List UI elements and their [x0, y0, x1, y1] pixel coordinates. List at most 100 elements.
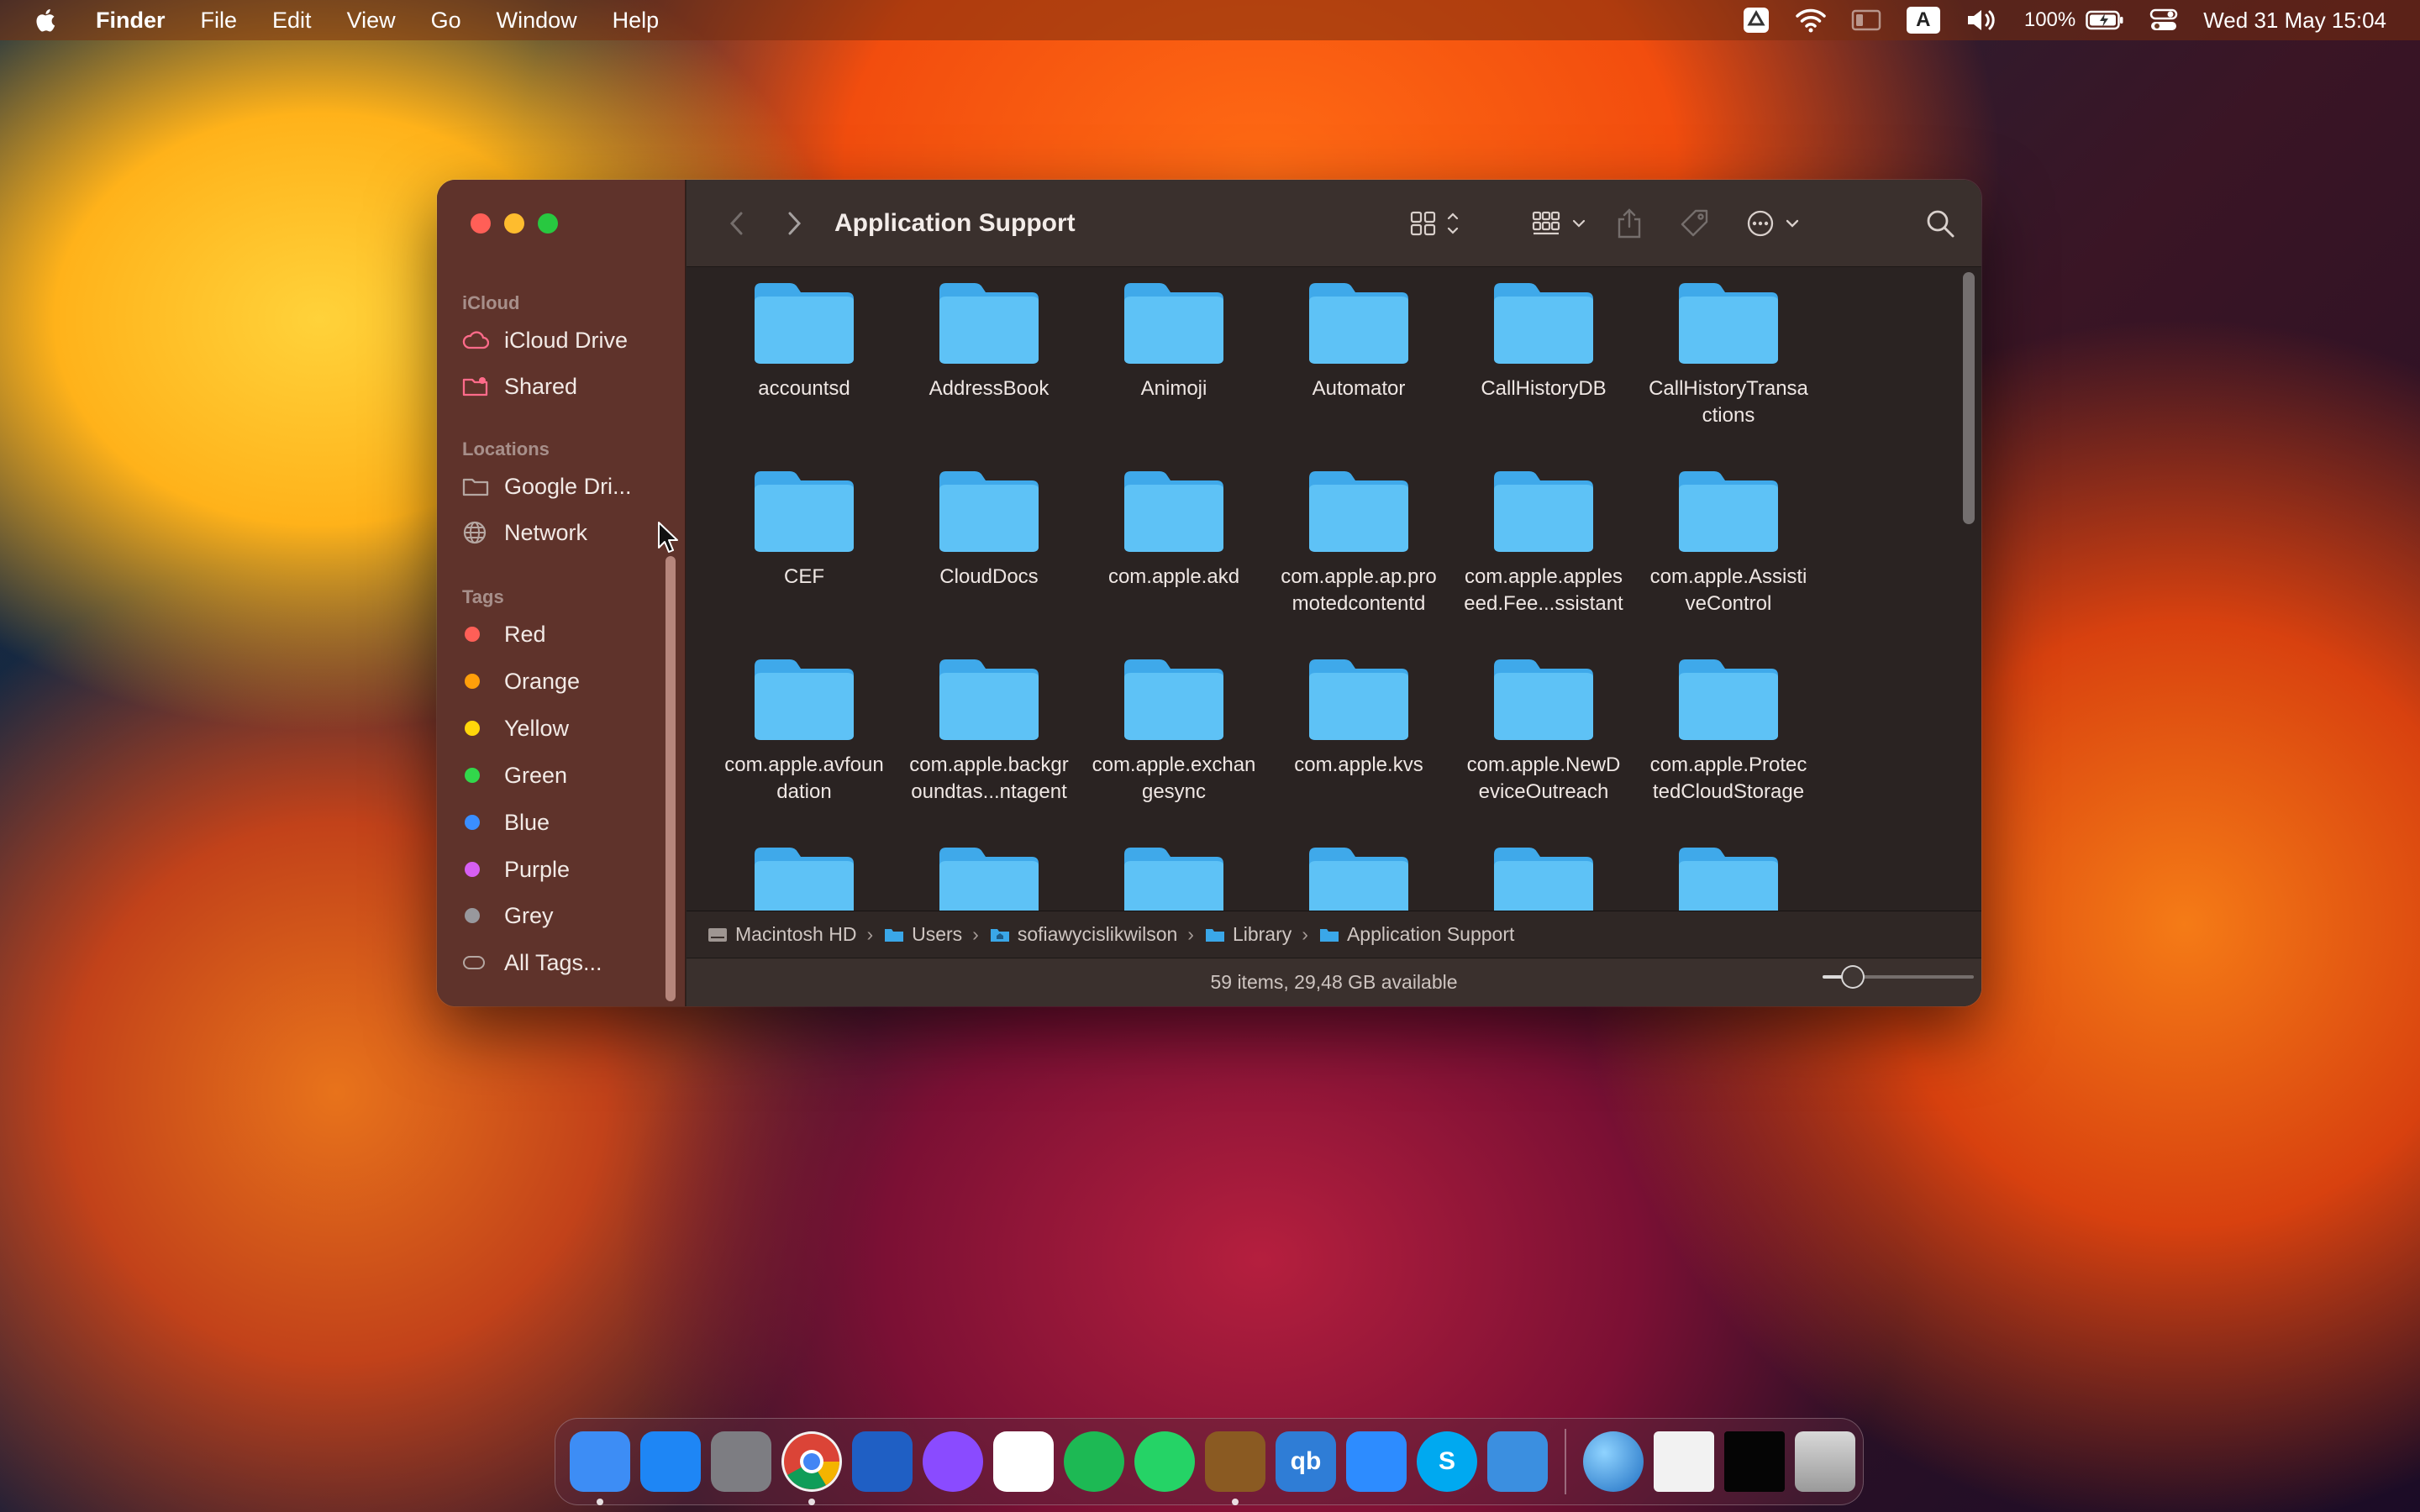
- slider-knob[interactable]: [1841, 965, 1865, 989]
- folder-name-line: com.apple.exchan: [1092, 753, 1256, 776]
- sidebar-item-icloud-drive[interactable]: iCloud Drive: [462, 320, 628, 360]
- folder-item[interactable]: Automator: [1266, 268, 1451, 453]
- tag-button[interactable]: [1676, 180, 1713, 267]
- folder-name-line: com.apple.apples: [1464, 565, 1623, 588]
- apple-menu-icon[interactable]: [34, 8, 55, 33]
- trash-icon[interactable]: [1795, 1431, 1855, 1492]
- sidebar-tag-grey[interactable]: Grey: [462, 895, 554, 936]
- menu-file[interactable]: File: [201, 8, 238, 34]
- icon-size-slider[interactable]: [1823, 953, 1974, 1001]
- sidebar-tag-blue[interactable]: Blue: [462, 802, 550, 843]
- folder-item[interactable]: com.apple.avfoun dation: [712, 644, 897, 829]
- dock-system-settings-icon[interactable]: [711, 1431, 771, 1492]
- sidebar-item-label: Yellow: [504, 715, 570, 741]
- path-item-macintosh-hd[interactable]: Macintosh HD: [707, 923, 856, 946]
- folder-name-line: veControl: [1685, 592, 1772, 615]
- sidebar-tag-purple[interactable]: Purple: [462, 849, 570, 890]
- path-item-library[interactable]: Library: [1204, 923, 1292, 946]
- folder-item[interactable]: com.apple.apples eed.Fee...ssistant: [1451, 456, 1636, 641]
- dock-qbittorrent-icon[interactable]: qb: [1276, 1431, 1336, 1492]
- folder-item[interactable]: CallHistoryTransa ctions: [1636, 268, 1821, 453]
- volume-icon[interactable]: [1965, 0, 1999, 40]
- drive-icon: [462, 476, 492, 496]
- path-label: Application Support: [1346, 923, 1515, 945]
- mouse-cursor-icon: [657, 521, 679, 559]
- battery-icon[interactable]: [2086, 0, 2124, 40]
- input-source-icon[interactable]: A: [1906, 0, 1940, 40]
- folder-item[interactable]: com.apple.exchan gesync: [1081, 644, 1266, 829]
- running-indicator: [1232, 1499, 1239, 1505]
- dock-chrome-icon[interactable]: [781, 1431, 842, 1505]
- sidebar-scrollbar[interactable]: [666, 556, 676, 1001]
- folder-item[interactable]: accountsd: [712, 268, 897, 453]
- grid-scrollbar[interactable]: [1963, 272, 1975, 524]
- folder-item[interactable]: com.apple.akd: [1081, 456, 1266, 641]
- share-button[interactable]: [1611, 180, 1648, 267]
- folder-item[interactable]: CEF: [712, 456, 897, 641]
- group-button[interactable]: [1527, 180, 1597, 267]
- sidebar-tag-orange[interactable]: Orange: [462, 661, 580, 701]
- wifi-icon[interactable]: [1796, 0, 1826, 40]
- dock-globe-icon[interactable]: [1583, 1431, 1644, 1492]
- dock-finder-icon[interactable]: [570, 1431, 630, 1505]
- folder-icon: [1679, 283, 1778, 364]
- sidebar-tag-green[interactable]: Green: [462, 755, 567, 795]
- dock-messenger-icon[interactable]: [923, 1431, 983, 1492]
- dock-slack-icon[interactable]: [993, 1431, 1054, 1492]
- menu-help[interactable]: Help: [613, 8, 660, 34]
- folder-icon: [1124, 659, 1223, 740]
- sidebar-all-tags[interactable]: All Tags...: [462, 942, 602, 983]
- folder-name-line: com.apple.backgr: [909, 753, 1069, 776]
- menu-app-name[interactable]: Finder: [96, 8, 166, 34]
- folder-item[interactable]: com.apple.Assisti veControl: [1636, 456, 1821, 641]
- menu-edit[interactable]: Edit: [272, 8, 312, 34]
- view-mode-button[interactable]: [1404, 180, 1471, 267]
- main-pane: Application Support accountsd AddressBook…: [687, 180, 1981, 1006]
- dock-word-icon[interactable]: [852, 1431, 913, 1492]
- menu-clock[interactable]: Wed 31 May 15:04: [2203, 0, 2386, 40]
- close-button[interactable]: [471, 213, 491, 234]
- path-item-application-support[interactable]: Application Support: [1318, 923, 1514, 946]
- sidebar-tag-yellow[interactable]: Yellow: [462, 708, 569, 748]
- dock-skype-icon[interactable]: S: [1417, 1431, 1477, 1492]
- dock-window-preview-icon[interactable]: [1724, 1431, 1785, 1492]
- search-button[interactable]: [1922, 180, 1959, 267]
- minimize-button[interactable]: [504, 213, 524, 234]
- folder-item[interactable]: com.apple.NewD eviceOutreach: [1451, 644, 1636, 829]
- sidebar-tag-red[interactable]: Red: [462, 614, 546, 654]
- folder-item[interactable]: CallHistoryDB: [1451, 268, 1636, 453]
- folder-item[interactable]: com.apple.Protec tedCloudStorage: [1636, 644, 1821, 829]
- forward-button[interactable]: [777, 180, 811, 267]
- folder-item[interactable]: com.apple.kvs: [1266, 644, 1451, 829]
- sidecar-icon[interactable]: [1851, 0, 1881, 40]
- dock-weather-icon[interactable]: [1487, 1431, 1548, 1492]
- dock-acorn-icon[interactable]: [1205, 1431, 1265, 1505]
- menu-go[interactable]: Go: [431, 8, 461, 34]
- folder-item[interactable]: com.apple.ap.pro motedcontentd: [1266, 456, 1451, 641]
- folder-icon: [1319, 928, 1339, 942]
- more-actions-button[interactable]: [1740, 180, 1811, 267]
- dock-zoom-icon[interactable]: [1346, 1431, 1407, 1492]
- path-item-users[interactable]: Users: [883, 923, 962, 946]
- sidebar-item-network[interactable]: Network: [462, 512, 587, 553]
- sidebar-item-google-drive[interactable]: Google Dri...: [462, 466, 632, 507]
- dock-app-store-icon[interactable]: [640, 1431, 701, 1492]
- folder-item[interactable]: com.apple.backgr oundtas...ntagent: [897, 644, 1081, 829]
- search-icon: [1927, 210, 1954, 238]
- path-item-home[interactable]: sofiawycislikwilson: [989, 923, 1177, 946]
- folder-name: Automator: [1266, 375, 1451, 402]
- dock-video-file-icon[interactable]: [1654, 1431, 1714, 1492]
- folder-item[interactable]: Animoji: [1081, 268, 1266, 453]
- menu-window[interactable]: Window: [497, 8, 577, 34]
- zoom-button[interactable]: [538, 213, 558, 234]
- sidebar-item-shared[interactable]: Shared: [462, 366, 577, 407]
- folder-item[interactable]: CloudDocs: [897, 456, 1081, 641]
- folder-item[interactable]: AddressBook: [897, 268, 1081, 453]
- drive-status-icon[interactable]: [1742, 0, 1770, 40]
- sidebar-item-label: All Tags...: [504, 949, 602, 975]
- dock-spotify-icon[interactable]: [1064, 1431, 1124, 1492]
- back-button[interactable]: [720, 180, 754, 267]
- menu-view[interactable]: View: [347, 8, 396, 34]
- dock-whatsapp-icon[interactable]: [1134, 1431, 1195, 1492]
- control-center-icon[interactable]: [2149, 0, 2178, 40]
